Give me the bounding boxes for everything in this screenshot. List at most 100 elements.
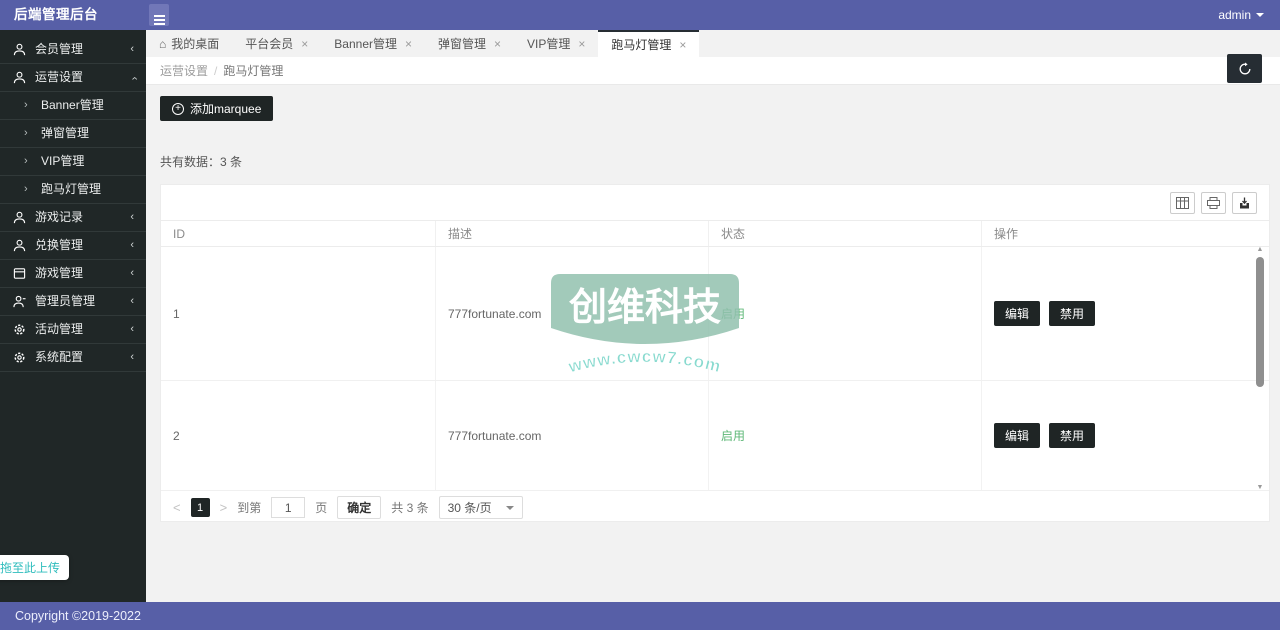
breadcrumb-section: 运营设置 [160,64,208,78]
table-row: 1 777fortunate.com 启用 编辑 禁用 [161,247,1269,381]
scroll-down-arrow[interactable]: ▼ [1254,484,1266,492]
refresh-button[interactable] [1227,54,1262,83]
next-page-button[interactable]: > [220,500,228,515]
columns-icon [1176,197,1189,209]
close-icon[interactable]: × [679,38,686,52]
user-icon [13,71,26,84]
tab-bar: ⌂ 我的桌面 平台会员 × Banner管理 × 弹窗管理 × VIP管理 × … [146,30,1280,57]
admin-backend-page: 后端管理后台 admin 会员管理 ‹ 运营设置 ‹ › Banner管理 › … [0,0,1280,630]
sidebar-item-operations[interactable]: 运营设置 ‹ [0,64,146,92]
disable-button[interactable]: 禁用 [1049,301,1095,326]
tab-label: VIP管理 [527,35,570,52]
hamburger-icon [154,19,165,21]
copyright-text: Copyright ©2019-2022 [15,609,141,623]
tab-label: 弹窗管理 [438,35,486,52]
sidebar-item-label: 游戏记录 [35,210,83,224]
tab-desktop[interactable]: ⌂ 我的桌面 [146,30,232,57]
goto-page-label: 到第 [237,499,261,516]
sidebar-item-exchange[interactable]: 兑换管理 ‹ [0,232,146,260]
chevron-down-icon: ‹ [121,77,148,81]
gear-icon [13,351,26,364]
scroll-up-arrow[interactable]: ▲ [1254,246,1266,254]
content-area: + 添加marquee 共有数据：3 条 ID [146,85,1280,522]
close-icon[interactable]: × [405,37,412,51]
sidebar-item-system-config[interactable]: 系统配置 ‹ [0,344,146,372]
main-area: ⌂ 我的桌面 平台会员 × Banner管理 × 弹窗管理 × VIP管理 × … [146,30,1280,602]
user-menu[interactable]: admin [1218,0,1264,30]
filter-columns-button[interactable] [1170,192,1195,214]
cell-description: 777fortunate.com [436,247,709,380]
goto-page-input[interactable] [271,497,305,518]
prev-page-button[interactable]: < [173,500,181,515]
sidebar-item-game-records[interactable]: 游戏记录 ‹ [0,204,146,232]
table-scrollbar[interactable]: ▲ ▼ [1254,246,1266,492]
top-bar: 后端管理后台 admin [0,0,1280,30]
edit-button[interactable]: 编辑 [994,301,1040,326]
tab-label: 平台会员 [245,35,293,52]
tab-platform-members[interactable]: 平台会员 × [232,30,321,57]
close-icon[interactable]: × [578,37,585,51]
sidebar-item-label: 游戏管理 [35,266,83,280]
page-size-select[interactable]: 30 条/页 [439,496,523,519]
pagination-bar: < 1 > 到第 页 确定 共 3 条 30 条/页 [161,491,1269,524]
scrollbar-thumb[interactable] [1256,257,1264,387]
edit-button[interactable]: 编辑 [994,423,1040,448]
app-title: 后端管理后台 [14,0,98,30]
sidebar-item-label: 运营设置 [35,70,83,84]
sidebar-item-label: 兑换管理 [35,238,83,252]
chevron-left-icon: ‹ [130,260,134,287]
plus-circle-icon: + [172,103,184,115]
disable-button[interactable]: 禁用 [1049,423,1095,448]
print-button[interactable] [1201,192,1226,214]
sidebar-item-activity[interactable]: 活动管理 ‹ [0,316,146,344]
tab-marquee-active[interactable]: 跑马灯管理 × [598,30,699,57]
close-icon[interactable]: × [494,37,501,51]
sidebar-item-admin-management[interactable]: 管理员管理 ‹ [0,288,146,316]
chevron-left-icon: ‹ [130,204,134,231]
sidebar-item-members[interactable]: 会员管理 ‹ [0,36,146,64]
chevron-left-icon: ‹ [130,232,134,259]
total-count-label: 共 3 条 [391,499,428,516]
user-icon [13,43,26,56]
sidebar-item-label: 活动管理 [35,322,83,336]
export-button[interactable] [1232,192,1257,214]
sidebar-subitem-banner[interactable]: › Banner管理 [0,92,146,120]
sidebar-subitem-vip[interactable]: › VIP管理 [0,148,146,176]
breadcrumb-bar: 运营设置/跑马灯管理 [146,57,1280,85]
sidebar-item-game-management[interactable]: 游戏管理 ‹ [0,260,146,288]
close-icon[interactable]: × [301,37,308,51]
sidebar-item-label: 会员管理 [35,42,83,56]
cell-status: 启用 [709,381,982,490]
drag-upload-button[interactable]: 拖至此上传 [0,555,69,580]
page-size-value: 30 条/页 [448,499,492,516]
tab-popup[interactable]: 弹窗管理 × [425,30,514,57]
breadcrumb-separator: / [214,64,217,78]
arrow-right-icon: › [24,92,28,119]
window-icon [13,267,26,280]
table-row: 2 777fortunate.com 启用 编辑 禁用 [161,381,1269,491]
add-marquee-button[interactable]: + 添加marquee [160,96,273,121]
user-icon [13,295,26,308]
page-unit-label: 页 [315,499,327,516]
sidebar-subitem-label: VIP管理 [41,154,84,168]
arrow-right-icon: › [24,120,28,147]
arrow-right-icon: › [24,148,28,175]
gear-icon [13,323,26,336]
cell-status: 启用 [709,247,982,380]
add-marquee-label: 添加marquee [190,100,261,117]
tab-vip[interactable]: VIP管理 × [514,30,598,57]
cell-id: 1 [161,247,436,380]
cell-id: 2 [161,381,436,490]
export-icon [1238,197,1251,209]
sidebar-subitem-marquee[interactable]: › 跑马灯管理 [0,176,146,204]
sidebar-subitem-label: 弹窗管理 [41,126,89,140]
sidebar-subitem-popup[interactable]: › 弹窗管理 [0,120,146,148]
confirm-page-button[interactable]: 确定 [337,496,381,519]
marquee-table-panel: ID 描述 状态 操作 1 777fortunate.com 启用 编辑 禁用 … [160,184,1270,522]
tab-banner[interactable]: Banner管理 × [321,30,425,57]
tab-label: 跑马灯管理 [611,36,671,53]
column-header-id: ID [161,221,436,246]
tab-label: 我的桌面 [171,35,219,52]
sidebar-subitem-label: 跑马灯管理 [41,182,101,196]
hamburger-menu-button[interactable] [149,4,169,26]
